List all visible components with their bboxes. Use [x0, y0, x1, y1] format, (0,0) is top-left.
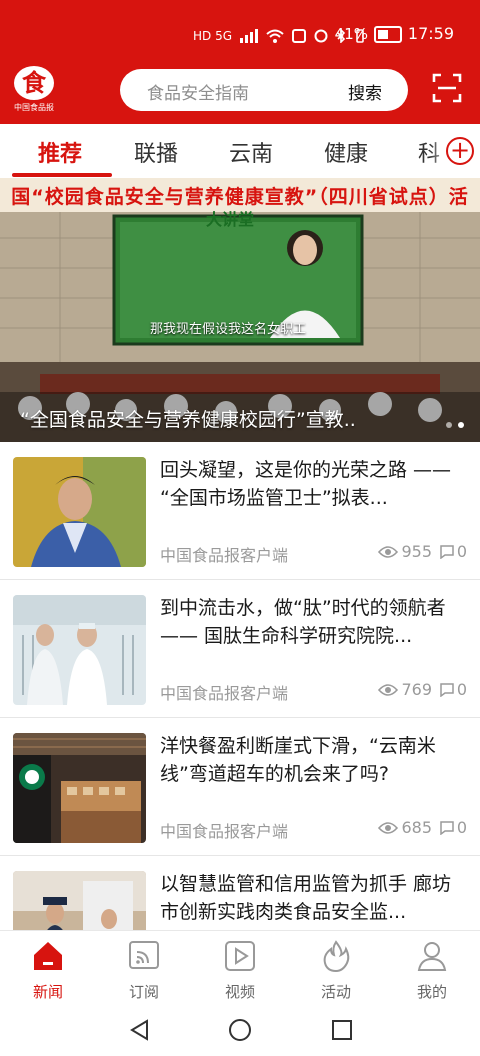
hero-banner[interactable]: 国“校园食品安全与营养健康宣教”（四川省试点）活 大讲堂 那我现在假设我这名女职… [0, 178, 480, 442]
status-bar: HD 5G 41% 17:59 [0, 0, 480, 64]
news-item[interactable]: 以智慧监管和信用监管为抓手 廊坊市创新实践肉类食品安全监... [0, 856, 480, 930]
screen-subtitle: 那我现在假设我这名女职工 [150, 322, 307, 337]
tab-health[interactable]: 健康 [324, 136, 368, 168]
news-thumbnail [13, 457, 146, 567]
news-source: 中国食品报客户端 [160, 546, 289, 565]
eye-icon [378, 821, 399, 834]
nav-news[interactable]: 新闻 [18, 939, 78, 1002]
recents-icon[interactable] [330, 1018, 354, 1042]
nav-news-label: 新闻 [32, 983, 63, 1001]
clock: 17:59 [407, 24, 454, 43]
eye-icon [378, 683, 399, 696]
carousel-dot[interactable] [446, 422, 452, 428]
battery-percent: 41% [334, 25, 368, 43]
logo-mark-icon: 食 [14, 66, 54, 100]
nav-video[interactable]: 视频 [210, 939, 270, 1002]
category-tabs: 推荐 联播 云南 健康 科 + [0, 124, 480, 178]
news-comments-count: 0 [456, 542, 467, 561]
news-thumbnail [13, 595, 146, 705]
alarm-icon [314, 29, 328, 43]
signal-icon [240, 29, 258, 43]
nav-subscribe[interactable]: 订阅 [114, 939, 174, 1002]
news-views-count: 769 [401, 680, 432, 699]
news-title[interactable]: 以智慧监管和信用监管为抓手 廊坊市创新实践肉类食品安全监... [160, 870, 468, 926]
carousel-dot-active[interactable] [458, 422, 464, 428]
home-icon [34, 942, 62, 970]
app-header: HD 5G 41% 17:59 食 中国食品报 食品安全指南 搜索 [0, 0, 480, 124]
news-comments: 0 [440, 680, 467, 699]
tab-yunnan[interactable]: 云南 [229, 136, 273, 168]
news-comments: 0 [440, 542, 467, 561]
news-item[interactable]: 到中流击水，做“肽”时代的领航者—— 国肽生命科学研究院院... 中国食品报客户… [0, 580, 480, 718]
add-tab-icon[interactable]: + [446, 137, 474, 165]
news-comments: 0 [440, 818, 467, 837]
news-title[interactable]: 洋快餐盈利断崖式下滑，“云南米线”弯道超车的机会来了吗? [160, 732, 468, 788]
search-bar[interactable]: 食品安全指南 搜索 [120, 69, 408, 111]
search-button[interactable]: 搜索 [348, 79, 382, 104]
news-title[interactable]: 回头凝望，这是你的光荣之路 —— “全国市场监管卫士”拟表... [160, 456, 468, 512]
battery-icon [374, 26, 402, 43]
event-banner-text: 国“校园食品安全与营养健康宣教”（四川省试点）活 [11, 186, 469, 208]
news-list: 回头凝望，这是你的光荣之路 —— “全国市场监管卫士”拟表... 中国食品报客户… [0, 442, 480, 930]
news-title[interactable]: 到中流击水，做“肽”时代的领航者—— 国肽生命科学研究院院... [160, 594, 468, 650]
news-views: 955 [378, 542, 432, 561]
scan-icon[interactable] [432, 73, 462, 103]
search-input[interactable]: 食品安全指南 [147, 79, 249, 104]
news-views-count: 685 [401, 818, 432, 837]
news-source: 中国食品报客户端 [160, 684, 289, 703]
network-label: HD 5G [192, 29, 232, 43]
nav-activity-label: 活动 [320, 983, 351, 1001]
news-views: 685 [378, 818, 432, 837]
person-icon [417, 942, 447, 971]
comment-icon [440, 682, 454, 697]
news-thumbnail [13, 733, 146, 843]
screen-heading: 大讲堂 [206, 210, 255, 229]
tab-recommend[interactable]: 推荐 [38, 136, 82, 168]
news-comments-count: 0 [456, 680, 467, 699]
nav-subscribe-label: 订阅 [128, 983, 159, 1001]
nav-activity[interactable]: 活动 [306, 939, 366, 1002]
wifi-icon [266, 29, 284, 43]
news-item[interactable]: 洋快餐盈利断崖式下滑，“云南米线”弯道超车的机会来了吗? 中国食品报客户端 68… [0, 718, 480, 856]
comment-icon [440, 544, 454, 559]
active-tab-indicator [12, 173, 112, 177]
nav-video-label: 视频 [224, 983, 255, 1001]
rss-icon [129, 941, 159, 969]
bottom-navigation: 新闻 订阅 视频 活动 我的 [0, 930, 480, 1006]
news-source: 中国食品报客户端 [160, 822, 289, 841]
carousel-dots [446, 422, 464, 428]
system-navigation [0, 1006, 480, 1056]
hero-caption: “全国食品安全与营养健康校园行”宣教.. [20, 409, 356, 431]
tab-broadcast[interactable]: 联播 [134, 136, 178, 168]
nfc-icon [292, 29, 306, 43]
news-views: 769 [378, 680, 432, 699]
app-logo[interactable]: 食 中国食品报 [12, 66, 56, 114]
home-button-icon[interactable] [228, 1018, 252, 1042]
logo-text: 中国食品报 [14, 103, 54, 112]
news-item[interactable]: 回头凝望，这是你的光荣之路 —— “全国市场监管卫士”拟表... 中国食品报客户… [0, 442, 480, 580]
eye-icon [378, 545, 399, 558]
back-icon[interactable] [128, 1018, 152, 1042]
video-play-icon [225, 941, 255, 971]
nav-profile[interactable]: 我的 [402, 939, 462, 1002]
news-views-count: 955 [401, 542, 432, 561]
nav-profile-label: 我的 [416, 983, 447, 1001]
news-comments-count: 0 [456, 818, 467, 837]
flame-icon [323, 940, 350, 973]
comment-icon [440, 820, 454, 835]
news-thumbnail [13, 871, 146, 930]
